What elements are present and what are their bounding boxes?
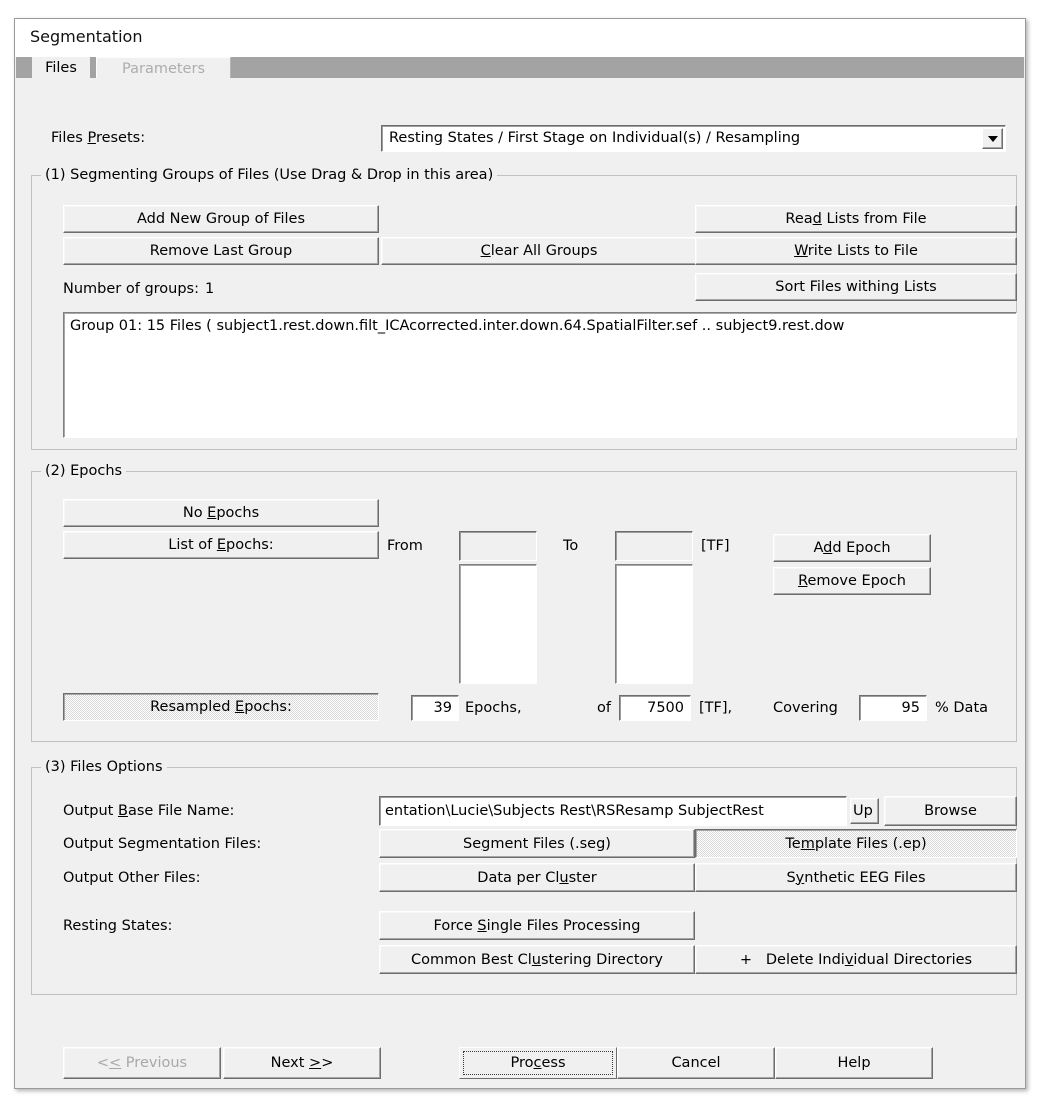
total-tf-value: 7500: [647, 700, 684, 716]
section2-title: (2) Epochs: [41, 463, 127, 479]
browse-button[interactable]: Browse: [884, 796, 1017, 826]
covering-percent-value: 95: [901, 700, 920, 716]
tab-parameters[interactable]: Parameters: [96, 57, 231, 80]
total-tf-input[interactable]: 7500: [619, 695, 691, 721]
write-lists-to-file-button[interactable]: Write Lists to File: [695, 237, 1017, 265]
percent-data-label: % Data: [935, 700, 989, 716]
common-best-clustering-directory-button[interactable]: Common Best Clustering Directory: [379, 945, 695, 974]
epoch-to-input[interactable]: [615, 531, 693, 561]
segmentation-dialog: Segmentation Files Parameters Files Pres…: [14, 18, 1026, 1089]
segment-files-seg-button[interactable]: Segment Files (.seg): [379, 829, 695, 858]
plus-sign-label: +: [739, 951, 753, 968]
files-presets-label-post: resets:: [95, 130, 146, 146]
output-segmentation-files-label: Output Segmentation Files:: [63, 836, 262, 852]
files-presets-label: Files Presets:: [51, 130, 145, 146]
covering-label: Covering: [773, 700, 838, 716]
resampled-epochs-count-input[interactable]: 39: [411, 695, 459, 721]
tab-strip: Files Parameters: [16, 57, 1024, 80]
delete-individual-directories-button[interactable]: + Delete Individual Directories: [695, 945, 1017, 974]
output-base-file-name-input[interactable]: еntation\Lucie\Subjects Rest\RSResamp Su…: [379, 796, 847, 826]
add-new-group-of-files-button[interactable]: Add New Group of Files: [63, 205, 379, 233]
title-bar: Segmentation: [15, 19, 1025, 57]
epochs-word-label: Epochs,: [465, 700, 522, 716]
epoch-from-label: From: [387, 538, 423, 554]
help-button[interactable]: Help: [775, 1047, 933, 1079]
section1-title: (1) Segmenting Groups of Files (Use Drag…: [41, 167, 498, 183]
files-presets-dropdown-button[interactable]: [982, 128, 1003, 149]
output-base-file-name-label: Output Base File Name:: [63, 803, 235, 819]
tf-unit-label-2: [TF],: [699, 700, 733, 716]
up-button[interactable]: Up: [850, 798, 879, 824]
files-presets-combobox[interactable]: Resting States / First Stage on Individu…: [381, 125, 1006, 152]
chevron-down-icon: [987, 135, 998, 142]
tab-files[interactable]: Files: [32, 57, 90, 80]
groups-list-box[interactable]: Group 01: 15 Files ( subject1.rest.down.…: [63, 312, 1017, 438]
add-epoch-button[interactable]: Add Epoch: [773, 534, 931, 562]
resampled-epochs-count-value: 39: [433, 700, 452, 716]
synthetic-eeg-files-button[interactable]: Synthetic EEG Files: [695, 863, 1017, 892]
tab-files-label: Files: [45, 60, 77, 76]
files-presets-label-pre: Files: [51, 130, 88, 146]
list-of-epochs-button[interactable]: List of Epochs:: [63, 531, 379, 559]
remove-epoch-button[interactable]: Remove Epoch: [773, 567, 931, 595]
previous-button[interactable]: << Previous: [63, 1047, 221, 1079]
section3-title: (3) Files Options: [41, 759, 167, 775]
window-title: Segmentation: [30, 27, 143, 46]
list-item[interactable]: Group 01: 15 Files ( subject1.rest.down.…: [70, 318, 844, 334]
of-word-label: of: [597, 700, 611, 716]
no-epochs-button[interactable]: No Epochs: [63, 499, 379, 527]
data-per-cluster-button[interactable]: Data per Cluster: [379, 863, 695, 892]
epoch-from-input[interactable]: [459, 531, 537, 561]
template-files-ep-button[interactable]: Template Files (.ep): [695, 829, 1017, 858]
tab-parameters-label: Parameters: [122, 61, 205, 77]
number-of-groups-label: Number of groups:: [63, 281, 199, 297]
output-base-file-name-value: еntation\Lucie\Subjects Rest\RSResamp Su…: [385, 803, 764, 819]
cancel-button[interactable]: Cancel: [617, 1047, 775, 1079]
remove-last-group-button[interactable]: Remove Last Group: [63, 237, 379, 265]
epoch-to-list[interactable]: [615, 564, 693, 684]
read-lists-from-file-button[interactable]: Read Lists from File: [695, 205, 1017, 233]
epoch-from-list[interactable]: [459, 564, 537, 684]
tab-content-edge: [16, 78, 1024, 82]
resampled-epochs-button[interactable]: Resampled Epochs:: [63, 693, 379, 721]
number-of-groups-value: 1: [205, 281, 215, 297]
process-button[interactable]: Process: [459, 1047, 617, 1079]
next-button[interactable]: Next >>: [223, 1047, 381, 1079]
files-presets-value: Resting States / First Stage on Individu…: [389, 130, 801, 146]
covering-percent-input[interactable]: 95: [859, 695, 927, 721]
resting-states-label: Resting States:: [63, 918, 173, 934]
epoch-to-label: To: [563, 538, 579, 554]
sort-files-within-lists-button[interactable]: Sort Files withing Lists: [695, 273, 1017, 301]
process-button-focus-ring: Process: [463, 1051, 613, 1075]
force-single-files-processing-button[interactable]: Force Single Files Processing: [379, 911, 695, 940]
clear-all-groups-button[interactable]: Clear All Groups: [381, 237, 697, 265]
files-presets-label-accel: P: [87, 130, 96, 146]
epoch-tf-unit-label: [TF]: [701, 538, 730, 554]
output-other-files-label: Output Other Files:: [63, 870, 201, 886]
